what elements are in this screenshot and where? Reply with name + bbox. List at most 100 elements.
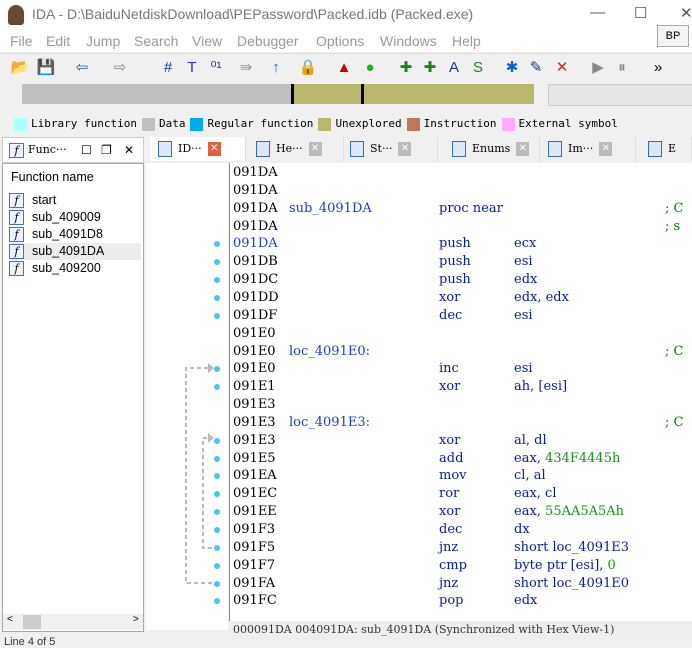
breakpoint-dot[interactable] xyxy=(214,294,220,301)
green-circle-icon[interactable]: ● xyxy=(360,58,380,78)
tab-close-icon[interactable]: ✕ xyxy=(398,142,412,156)
menu-edit[interactable]: Edit xyxy=(46,33,70,49)
back-arrow-icon[interactable]: ⇦ xyxy=(72,58,92,78)
code-line[interactable]: 091F3 dec dx xyxy=(233,521,692,539)
tab-he[interactable]: He··· ✕ xyxy=(248,137,344,161)
warning-icon[interactable]: ▲ xyxy=(334,58,354,78)
code-line[interactable]: 091DB push esi xyxy=(233,253,692,271)
menu-jump[interactable]: Jump xyxy=(86,33,120,49)
menu-file[interactable]: File xyxy=(10,33,33,49)
tab-id[interactable]: ID··· ✕ xyxy=(150,137,246,161)
nav-band-overview[interactable] xyxy=(548,84,692,106)
legend-item: Library function xyxy=(14,117,137,131)
pause-icon[interactable]: ⏸ xyxy=(612,58,632,78)
tab-enums[interactable]: Enums ✕ xyxy=(444,137,540,161)
edit-icon[interactable]: ✎ xyxy=(526,58,546,78)
menu-search[interactable]: Search xyxy=(134,33,178,49)
maximize-panel-icon[interactable]: ☐ xyxy=(81,138,92,162)
tab-im[interactable]: Im··· ✕ xyxy=(540,137,636,161)
function-list-item[interactable]: f sub_409009 xyxy=(9,209,141,226)
add-struct-icon[interactable]: S xyxy=(468,58,488,78)
code-line[interactable]: 091E3 xor al, dl xyxy=(233,432,692,450)
tab-icon xyxy=(350,141,364,157)
functions-panel-tab[interactable]: f Func··· ☐ ❐ ✕ xyxy=(2,137,144,163)
function-list-item[interactable]: f sub_4091D8 xyxy=(9,226,141,243)
binoculars-hash-icon[interactable]: # xyxy=(158,58,178,78)
maximize-button[interactable]: ☐ xyxy=(634,4,647,22)
function-list-item[interactable]: f start xyxy=(9,192,141,209)
code-line[interactable]: 091E0 loc_4091E0: ; C xyxy=(233,343,692,361)
code-line[interactable]: 091DA ; s xyxy=(233,218,692,236)
save-icon[interactable]: 💾 xyxy=(36,58,56,78)
add-enum-icon[interactable]: ✱ xyxy=(502,58,522,78)
more-icon[interactable]: » xyxy=(648,58,668,78)
tab-close-icon[interactable]: ✕ xyxy=(599,142,613,156)
code-line[interactable]: 091FA jnz short loc_4091E0 xyxy=(233,575,692,593)
code-line[interactable]: 091DA push ecx xyxy=(233,235,692,253)
disassembly-view[interactable]: 091DA 091DA 091DA sub_4091DA proc near; C 091… xyxy=(229,163,692,621)
minimize-button[interactable]: — xyxy=(590,4,605,21)
code-line[interactable]: 091E0 xyxy=(233,325,692,343)
breakpoint-dot[interactable] xyxy=(214,312,220,319)
tab-close-icon[interactable]: ✕ xyxy=(308,142,322,156)
code-line[interactable]: 091EE xor eax, 55AA5A5Ah xyxy=(233,503,692,521)
code-line[interactable]: 091DA xyxy=(233,182,692,200)
code-line[interactable]: 091DA sub_4091DA proc near ; C xyxy=(233,200,692,218)
menu-debugger[interactable]: Debugger xyxy=(237,33,299,49)
code-line[interactable]: 091DF dec esi xyxy=(233,307,692,325)
code-line[interactable]: 091E5 add eax, 434F4445h xyxy=(233,450,692,468)
operand: edx xyxy=(514,271,537,289)
menu-view[interactable]: View xyxy=(192,33,222,49)
float-panel-icon[interactable]: ❐ xyxy=(101,138,112,162)
add-code-icon[interactable]: ✚ xyxy=(396,58,416,78)
code-label[interactable]: loc_4091E0: xyxy=(289,343,370,361)
code-line[interactable]: 091FC pop edx xyxy=(233,592,692,610)
lock-icon[interactable]: 🔒 xyxy=(298,58,318,78)
forward-arrow-icon[interactable]: ⇨ xyxy=(110,58,130,78)
tab-e[interactable]: E xyxy=(640,137,692,161)
close-button[interactable]: ✕ xyxy=(680,4,692,22)
close-panel-icon[interactable]: ✕ xyxy=(124,138,134,162)
tab-st[interactable]: St··· ✕ xyxy=(342,137,438,161)
menu-options[interactable]: Options xyxy=(316,33,364,49)
jump-up-icon[interactable]: ↑ xyxy=(266,58,286,78)
code-line[interactable]: 091E3 xyxy=(233,396,692,414)
code-label[interactable]: loc_4091E3: xyxy=(289,414,370,432)
breakpoint-dot[interactable] xyxy=(214,527,220,533)
tab-close-icon[interactable]: ✕ xyxy=(207,142,221,156)
breakpoint-dot[interactable] xyxy=(214,544,220,551)
breakpoint-dot[interactable] xyxy=(214,562,220,569)
binoculars-binary-icon[interactable]: ⁰¹ xyxy=(206,58,226,78)
add-string-icon[interactable]: A xyxy=(444,58,464,78)
code-line[interactable]: 091EA mov cl, al xyxy=(233,467,692,485)
code-line[interactable]: 091E0 inc esi xyxy=(233,360,692,378)
nav-band-unexplored[interactable] xyxy=(292,84,534,104)
tab-close-icon[interactable]: ✕ xyxy=(516,142,530,156)
menu-help[interactable]: Help xyxy=(452,33,481,49)
navigation-band[interactable] xyxy=(22,84,292,104)
code-line[interactable]: 091F5 jnz short loc_4091E3 xyxy=(233,539,692,557)
code-label[interactable]: sub_4091DA xyxy=(289,200,372,218)
breakpoint-dot[interactable] xyxy=(214,455,220,462)
breakpoint-dot[interactable] xyxy=(214,437,220,444)
code-line[interactable]: 091F7 cmp byte ptr [esi], 0 xyxy=(233,557,692,575)
code-line[interactable]: 091E1 xor ah, [esi] xyxy=(233,378,692,396)
function-list-item[interactable]: f sub_409200 xyxy=(9,260,141,277)
code-line[interactable]: 091DA xyxy=(233,164,692,182)
horizontal-scrollbar[interactable]: < > xyxy=(3,614,143,630)
play-icon[interactable]: ▶ xyxy=(588,58,608,78)
code-line[interactable]: 091EC ror eax, cl xyxy=(233,485,692,503)
code-line[interactable]: 091E3 loc_4091E3: ; C xyxy=(233,414,692,432)
delete-icon[interactable]: ✕ xyxy=(552,58,572,78)
bp-button[interactable]: BP xyxy=(657,25,689,47)
function-list-item[interactable]: f sub_4091DA xyxy=(9,243,141,260)
menu-windows[interactable]: Windows xyxy=(380,33,437,49)
code-line[interactable]: 091DD xor edx, edx xyxy=(233,289,692,307)
code-line[interactable]: 091DC push edx xyxy=(233,271,692,289)
breakpoint-dot[interactable] xyxy=(214,580,220,587)
arrows-gutter xyxy=(146,163,228,630)
binoculars-text-icon[interactable]: T xyxy=(182,58,202,78)
add-data-icon[interactable]: ✚ xyxy=(420,58,440,78)
search-next-icon[interactable]: ⇛ xyxy=(236,58,256,78)
open-folder-icon[interactable]: 📂 xyxy=(10,58,30,78)
